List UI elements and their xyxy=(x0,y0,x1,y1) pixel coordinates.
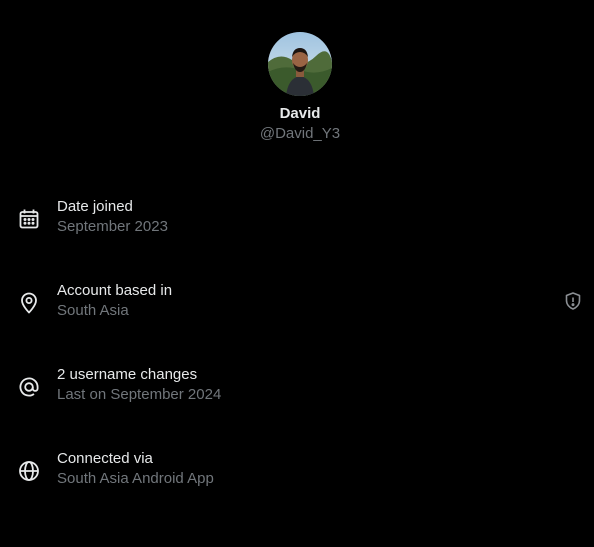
avatar-photo-icon xyxy=(268,32,332,96)
shield-alert-icon[interactable] xyxy=(563,291,583,311)
display-name: David xyxy=(279,105,321,122)
detail-title: Connected via xyxy=(57,450,153,467)
detail-value: September 2023 xyxy=(57,218,168,235)
detail-title: Account based in xyxy=(57,282,173,299)
detail-row-date-joined: Date joined September 2023 xyxy=(0,197,594,241)
detail-value: South Asia Android App xyxy=(57,470,214,487)
at-sign-icon xyxy=(17,375,41,399)
detail-value: Last on September 2024 xyxy=(57,386,222,403)
detail-title: Date joined xyxy=(57,198,133,215)
user-handle: @David_Y3 xyxy=(259,125,341,142)
detail-row-connected-via: Connected via South Asia Android App xyxy=(0,449,594,493)
location-pin-icon xyxy=(17,291,41,315)
globe-icon xyxy=(17,459,41,483)
detail-row-username-changes: 2 username changes Last on September 202… xyxy=(0,365,594,409)
detail-title: 2 username changes xyxy=(57,366,198,383)
detail-value: South Asia xyxy=(57,302,129,319)
detail-row-account-based-in: Account based in South Asia xyxy=(0,281,594,325)
calendar-icon xyxy=(17,207,41,231)
avatar[interactable] xyxy=(268,32,332,96)
